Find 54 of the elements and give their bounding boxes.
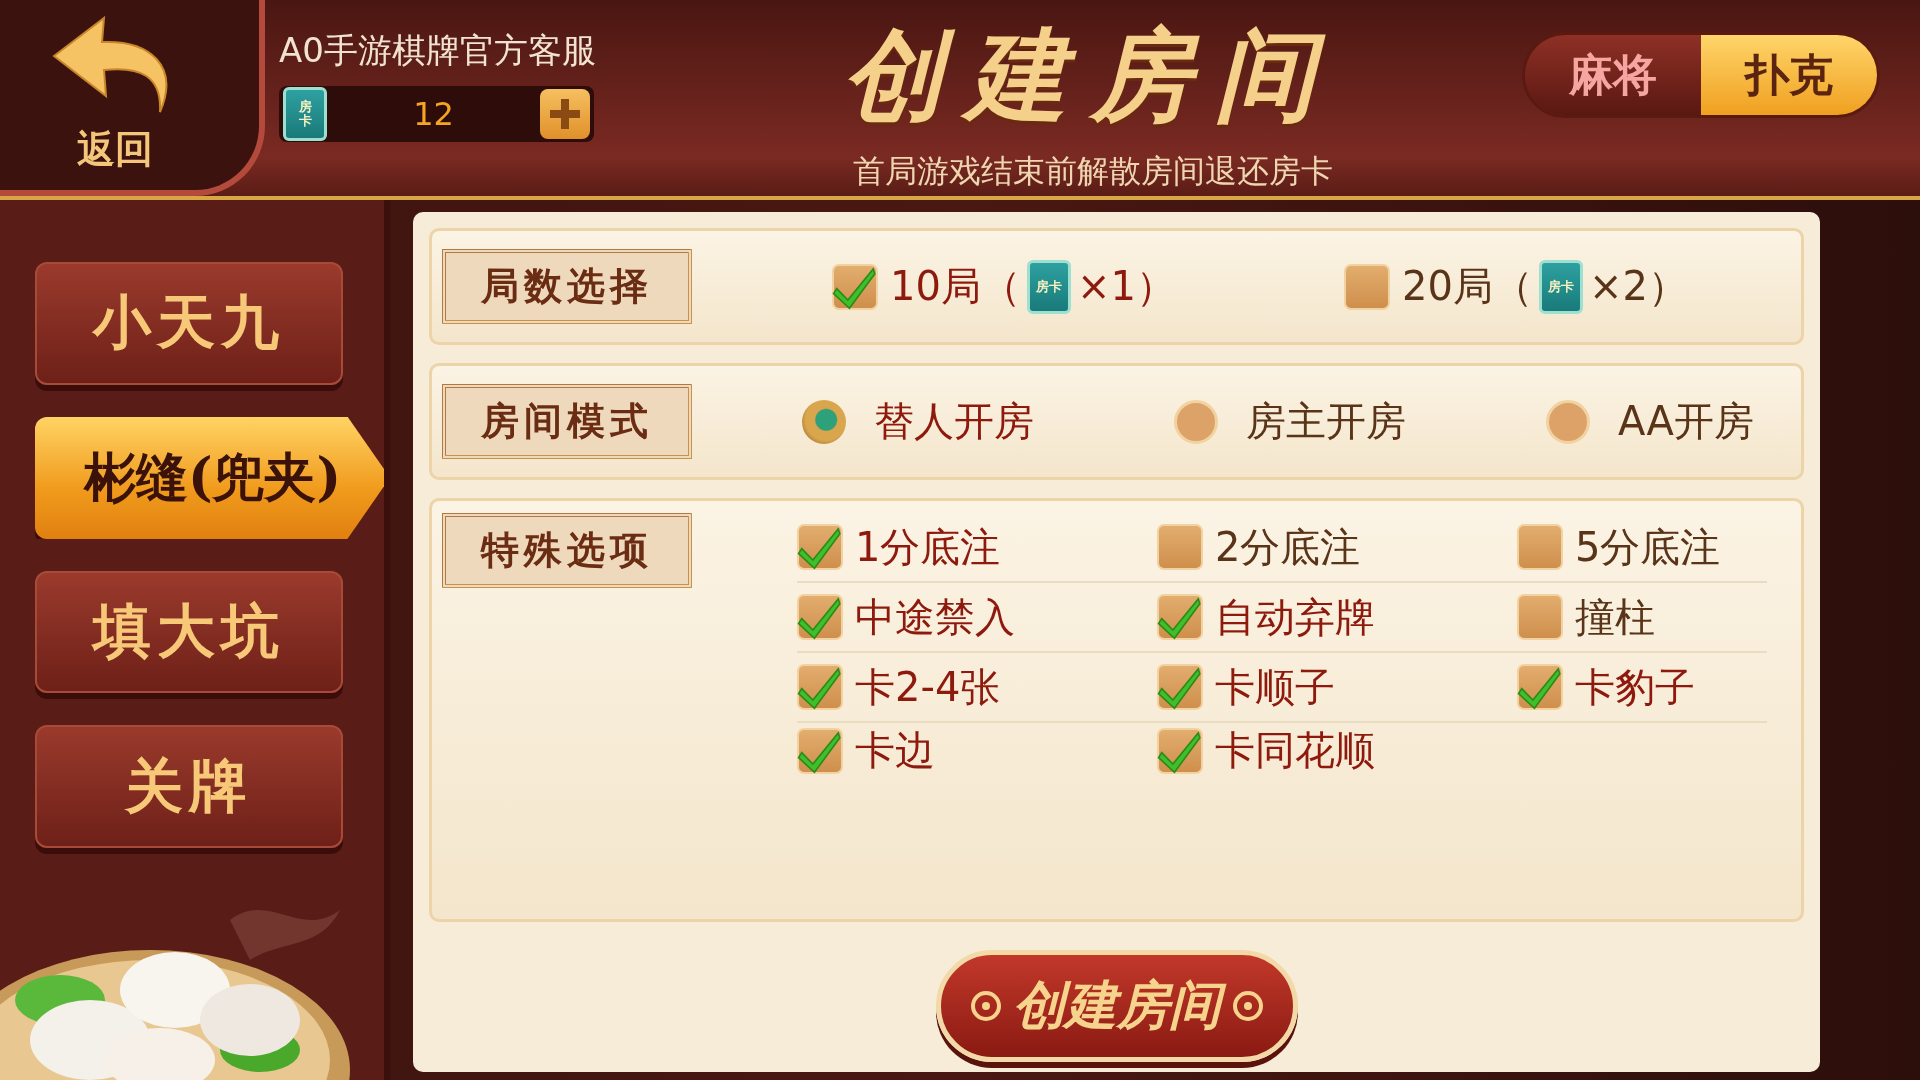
back-button[interactable]: 返回 [0,0,265,196]
room-card-icon: 房卡 [283,87,327,141]
checkbox[interactable] [1157,594,1203,640]
checkbox[interactable] [1157,727,1203,774]
option-checkbox[interactable]: 自动弃牌 [1157,583,1517,653]
check-icon [1157,664,1203,710]
round-option[interactable]: 10局（ 房卡 ×1） [832,259,1344,314]
mode-option[interactable]: 房主开房 [1174,394,1546,449]
check-icon [797,524,843,570]
round-option[interactable]: 20局（ 房卡 ×2） [1344,259,1856,314]
option-checkbox[interactable]: 撞柱 [1517,583,1767,653]
check-icon [797,664,843,710]
mode-option[interactable]: 替人开房 [802,394,1174,449]
check-icon [797,594,843,640]
section-label: 特殊选项 [442,513,692,588]
radio-button[interactable] [802,399,846,444]
mode-option[interactable]: AA开房 [1546,394,1918,449]
checkbox[interactable] [797,524,843,570]
option-checkbox[interactable]: 5分底注 [1517,513,1767,583]
radio-button[interactable] [1174,399,1218,444]
option-checkbox[interactable]: 2分底注 [1157,513,1517,583]
checkbox[interactable] [1517,594,1563,640]
option-checkbox[interactable]: 卡豹子 [1517,653,1767,723]
check-icon [1517,664,1563,710]
game-type-tab[interactable]: 麻将 [1525,35,1701,115]
option-checkbox[interactable]: 1分底注 [797,513,1157,583]
check-icon [1157,594,1203,640]
checkbox[interactable] [1344,263,1390,310]
card-count: 12 [412,95,455,133]
checkbox[interactable] [1157,524,1203,570]
room-card-icon: 房卡 [1026,259,1071,314]
section-label: 局数选择 [442,249,692,324]
plus-icon [548,97,582,131]
option-checkbox[interactable]: 中途禁入 [797,583,1157,653]
section-label: 房间模式 [442,384,692,459]
checkbox[interactable] [797,727,843,774]
checkbox[interactable] [1157,664,1203,710]
refund-notice: 首局游戏结束前解散房间退还房卡 [851,151,1334,192]
checkbox[interactable] [797,594,843,640]
page-title: 创建房间 [841,15,1340,136]
room-card-icon: 房卡 [1538,259,1583,314]
checkbox[interactable] [1517,524,1563,570]
option-checkbox[interactable]: 卡边 [797,723,1157,778]
service-name: A0手游棋牌官方客服 [279,29,597,72]
checkbox[interactable] [1517,664,1563,710]
checkbox[interactable] [832,263,878,310]
checkbox[interactable] [797,664,843,710]
option-checkbox[interactable]: 卡2-4张 [797,653,1157,723]
option-checkbox[interactable]: 卡顺子 [1157,653,1517,723]
radio-button[interactable] [1546,399,1590,444]
game-type-tab[interactable]: 扑克 [1701,35,1877,115]
add-button[interactable] [540,89,590,139]
option-checkbox[interactable]: 卡同花顺 [1157,723,1517,778]
game-button[interactable]: 彬缝(兜夹) [35,416,384,539]
